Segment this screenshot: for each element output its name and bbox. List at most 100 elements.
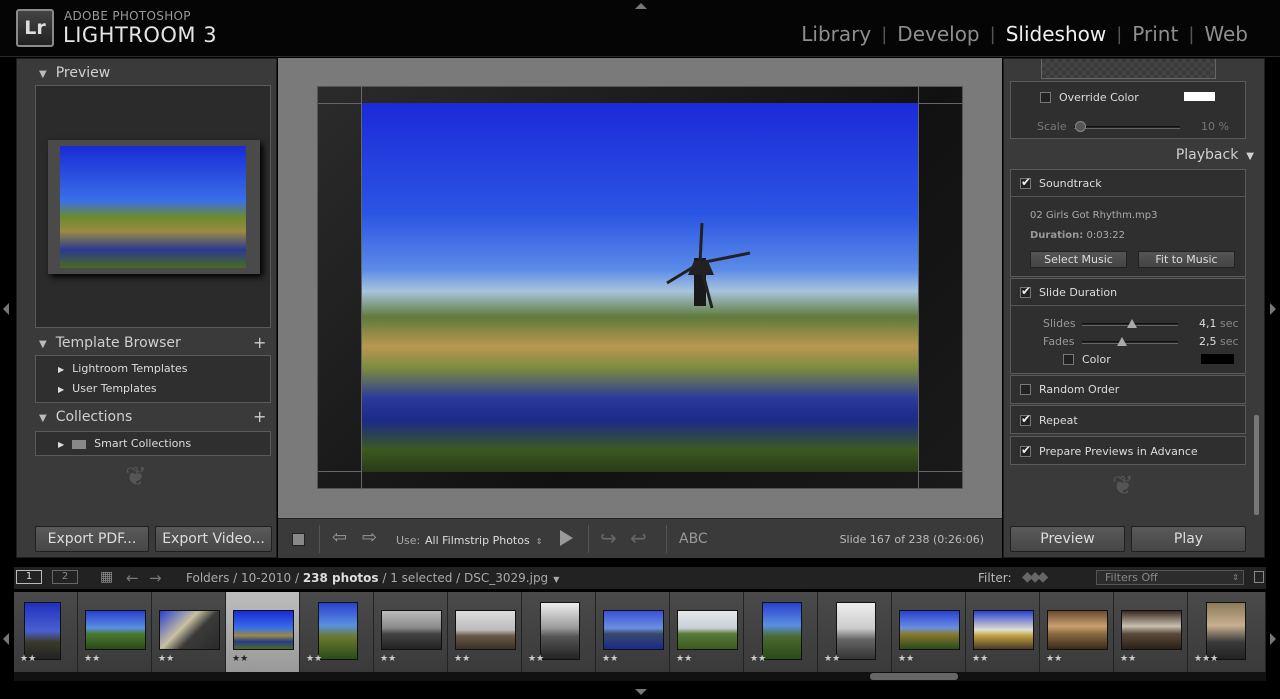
filmstrip-thumb[interactable]: ★★ xyxy=(670,592,744,672)
panel-end-ornament-icon: ❦ xyxy=(125,462,147,492)
add-collection-icon[interactable]: + xyxy=(253,407,266,426)
filmstrip: ★★ ★★ ★★ ★★ ★★ ★★ ★★ ★★ ★★ ★★ ★★ ★★ ★★ ★… xyxy=(14,592,1266,672)
stop-icon[interactable] xyxy=(292,533,305,546)
preview-header[interactable]: ▼ Preview xyxy=(39,65,110,81)
play-icon[interactable] xyxy=(560,530,573,546)
filmstrip-thumb[interactable]: ★★ xyxy=(744,592,818,672)
rating-stars: ★★ xyxy=(454,654,471,664)
filmstrip-thumb[interactable]: ★★ xyxy=(448,592,522,672)
filmstrip-left-icon[interactable] xyxy=(3,633,9,645)
soundtrack-checkbox[interactable] xyxy=(1020,175,1031,189)
toolbar-divider xyxy=(588,525,589,553)
repeat-checkbox[interactable] xyxy=(1020,412,1031,426)
filmstrip-scrollbar-thumb[interactable] xyxy=(870,673,958,680)
next-slide-icon[interactable]: ⇨ xyxy=(362,527,377,548)
template-folder-user[interactable]: ▶ User Templates xyxy=(58,382,157,395)
rating-stars: ★★ xyxy=(1120,654,1137,664)
override-color-swatch[interactable] xyxy=(1184,92,1215,101)
template-folder-lightroom[interactable]: ▶ Lightroom Templates xyxy=(58,362,187,375)
back-icon[interactable]: ← xyxy=(126,569,139,587)
rating-stars: ★★ xyxy=(602,654,619,664)
slide-duration-checkbox[interactable] xyxy=(1020,284,1031,298)
source-breadcrumb[interactable]: Folders / 10-2010 / 238 photos / 1 selec… xyxy=(186,571,559,585)
secondary-display-button[interactable]: 2 xyxy=(52,570,78,584)
module-web[interactable]: Web xyxy=(1194,22,1258,46)
play-button[interactable]: Play xyxy=(1131,526,1246,552)
module-library[interactable]: Library xyxy=(791,22,881,46)
filmstrip-thumb-selected[interactable]: ★★ xyxy=(226,592,300,672)
filter-lock-icon[interactable] xyxy=(1254,571,1264,583)
thumb-image xyxy=(85,610,146,650)
collapse-top-panel-icon[interactable] xyxy=(635,3,647,9)
thumb-image xyxy=(899,610,960,650)
forward-icon[interactable]: → xyxy=(149,569,162,587)
add-template-icon[interactable]: + xyxy=(253,333,266,352)
preview-title: Preview xyxy=(55,65,111,81)
filmstrip-thumb[interactable]: ★★ xyxy=(14,592,78,672)
filmstrip-thumb[interactable]: ★★ xyxy=(966,592,1040,672)
select-music-button[interactable]: Select Music xyxy=(1030,251,1127,268)
breadcrumb-folders: Folders xyxy=(186,571,230,585)
filmstrip-thumb[interactable]: ★★ xyxy=(78,592,152,672)
rating-stars: ★★★ xyxy=(1194,654,1219,664)
filmstrip-thumb[interactable]: ★★ xyxy=(300,592,374,672)
filmstrip-thumb[interactable]: ★★ xyxy=(818,592,892,672)
filmstrip-right-icon[interactable] xyxy=(1270,633,1276,645)
collapse-right-panel-icon[interactable] xyxy=(1270,303,1276,315)
module-slideshow[interactable]: Slideshow xyxy=(996,22,1117,46)
playback-header[interactable]: Playback ▼ xyxy=(1176,147,1254,163)
backdrop-image-well[interactable] xyxy=(1041,59,1216,79)
filmstrip-thumb[interactable]: ★★ xyxy=(522,592,596,672)
prepare-previews-checkbox[interactable] xyxy=(1020,443,1031,457)
filmstrip-thumb[interactable]: ★★ xyxy=(1114,592,1188,672)
fades-value: 2,5 xyxy=(1199,335,1217,348)
rating-stars: ★★ xyxy=(972,654,989,664)
color-checkbox[interactable] xyxy=(1063,354,1074,365)
collections-header[interactable]: ▼ Collections xyxy=(39,409,132,425)
preview-button[interactable]: Preview xyxy=(1010,526,1125,552)
breadcrumb-separator: / xyxy=(291,571,303,585)
slide-duration-label: Slide Duration xyxy=(1039,286,1118,299)
use-dropdown[interactable]: All Filmstrip Photos ⇕ xyxy=(425,534,542,547)
collections-list: ▶ Smart Collections xyxy=(35,431,271,456)
slides-value-row: 4,1 sec xyxy=(1199,317,1239,330)
template-browser-header[interactable]: ▼ Template Browser xyxy=(39,335,181,351)
flag-filter-icon[interactable]: ◆◆◆ xyxy=(1022,569,1048,585)
add-text-button[interactable]: ABC xyxy=(679,531,708,547)
filmstrip-thumb[interactable]: ★★ xyxy=(1040,592,1114,672)
random-order-checkbox[interactable] xyxy=(1020,384,1031,395)
scale-slider[interactable] xyxy=(1074,126,1180,129)
grid-view-icon[interactable]: ▦ xyxy=(100,570,113,584)
rating-stars: ★★ xyxy=(20,654,37,664)
color-label: Color xyxy=(1082,353,1111,366)
collapse-bottom-panel-icon[interactable] xyxy=(635,689,647,695)
fades-slider-knob[interactable] xyxy=(1117,337,1127,346)
slide-photo[interactable] xyxy=(362,103,918,472)
override-color-checkbox[interactable] xyxy=(1040,92,1051,103)
filter-dropdown[interactable]: Filters Off ⇕ xyxy=(1096,570,1244,585)
slides-slider-knob[interactable] xyxy=(1127,319,1137,328)
filmstrip-thumb[interactable]: ★★ xyxy=(152,592,226,672)
export-video-button[interactable]: Export Video... xyxy=(155,526,272,552)
filmstrip-thumb[interactable]: ★★ xyxy=(374,592,448,672)
use-label: Use: xyxy=(396,534,421,547)
primary-display-button[interactable]: 1 xyxy=(16,570,42,584)
module-develop[interactable]: Develop xyxy=(887,22,989,46)
smart-collections-item[interactable]: ▶ Smart Collections xyxy=(58,437,191,450)
fades-slider[interactable] xyxy=(1082,341,1178,344)
previous-slide-icon[interactable]: ⇦ xyxy=(332,527,347,548)
panel-end-ornament-icon: ❦ xyxy=(1112,471,1134,501)
export-pdf-button[interactable]: Export PDF... xyxy=(35,526,149,552)
slides-value: 4,1 xyxy=(1199,317,1217,330)
color-swatch[interactable] xyxy=(1201,354,1234,364)
filmstrip-thumb[interactable]: ★★ xyxy=(892,592,966,672)
scale-slider-knob[interactable] xyxy=(1075,121,1086,132)
right-panel-scrollbar[interactable] xyxy=(1254,415,1259,515)
collapse-left-panel-icon[interactable] xyxy=(3,303,9,315)
fit-to-music-button[interactable]: Fit to Music xyxy=(1138,251,1235,268)
module-print[interactable]: Print xyxy=(1122,22,1188,46)
filmstrip-scrollbar-track[interactable] xyxy=(14,672,1266,681)
filmstrip-thumb[interactable]: ★★ xyxy=(596,592,670,672)
filmstrip-thumb[interactable]: ★★★ xyxy=(1188,592,1266,672)
template-folder-label: Lightroom Templates xyxy=(72,362,188,375)
